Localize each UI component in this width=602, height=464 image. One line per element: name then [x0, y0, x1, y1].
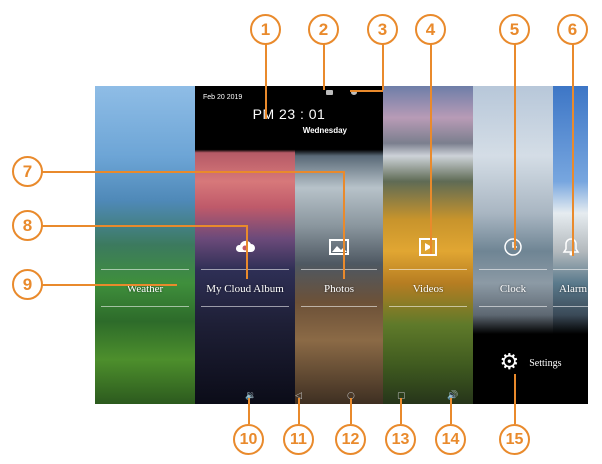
leader-line-12	[350, 398, 352, 424]
volume-up-icon[interactable]: 🔊	[447, 392, 458, 401]
divider	[389, 269, 467, 270]
divider	[479, 306, 547, 307]
divider	[201, 269, 289, 270]
tile-clock-label: Clock	[499, 283, 527, 295]
tile-cloud-album-label: My Cloud Album	[206, 283, 284, 295]
leader-line-3b	[350, 90, 383, 92]
tile-videos[interactable]: Videos	[383, 86, 473, 404]
callout-9: 9	[12, 269, 43, 300]
leader-line-2	[323, 44, 325, 90]
divider	[479, 269, 547, 270]
photo-icon	[329, 239, 349, 255]
leader-line-8	[42, 225, 248, 227]
status-weekday: Wednesday	[302, 126, 347, 135]
video-icon	[419, 238, 437, 256]
callout-11: 11	[283, 424, 314, 455]
callout-3: 3	[367, 14, 398, 45]
divider	[101, 269, 189, 270]
divider	[553, 306, 588, 307]
leader-line-5	[514, 44, 516, 250]
cloud-icon	[235, 240, 255, 252]
divider	[301, 306, 377, 307]
leader-line-9	[42, 284, 177, 286]
settings-label: Settings	[529, 357, 562, 369]
leader-line-1	[265, 44, 267, 119]
callout-12: 12	[335, 424, 366, 455]
bell-icon	[562, 238, 579, 256]
callout-10: 10	[233, 424, 264, 455]
status-time: PM 23 : 01	[252, 106, 326, 122]
callout-1: 1	[250, 14, 281, 45]
leader-line-7	[42, 171, 345, 173]
callout-4: 4	[415, 14, 446, 45]
volume-down-icon[interactable]: 🔉	[245, 392, 256, 401]
status-panel: Feb 20 2019 PM 23 : 01 Wednesday	[195, 86, 383, 148]
leader-line-7b	[343, 171, 345, 279]
leader-line-8b	[246, 225, 248, 279]
storage-indicator-icon	[326, 90, 333, 95]
callout-14: 14	[435, 424, 466, 455]
leader-line-10	[248, 398, 250, 424]
callout-7: 7	[12, 156, 43, 187]
tile-weather[interactable]: Weather	[95, 86, 195, 404]
callout-2: 2	[308, 14, 339, 45]
callout-15: 15	[499, 424, 530, 455]
status-date: Feb 20 2019	[203, 94, 243, 101]
gear-icon: ⚙	[499, 350, 520, 375]
clock-icon	[504, 238, 522, 256]
tile-alarm-label: Alarm	[559, 283, 588, 295]
leader-line-13	[400, 398, 402, 424]
settings-button[interactable]: ⚙ Settings	[473, 338, 588, 388]
leader-line-6	[572, 44, 574, 256]
callout-6: 6	[557, 14, 588, 45]
callout-8: 8	[12, 210, 43, 241]
divider	[101, 306, 189, 307]
divider	[553, 269, 588, 270]
callout-5: 5	[499, 14, 530, 45]
divider	[389, 306, 467, 307]
divider	[301, 269, 377, 270]
tile-photos-label: Photos	[324, 283, 354, 295]
leader-line-15	[514, 374, 516, 424]
leader-line-11	[298, 398, 300, 424]
leader-line-4	[430, 44, 432, 254]
tile-videos-label: Videos	[412, 283, 444, 295]
callout-13: 13	[385, 424, 416, 455]
leader-line-3	[382, 44, 384, 90]
leader-line-14	[450, 398, 452, 424]
divider	[201, 306, 289, 307]
